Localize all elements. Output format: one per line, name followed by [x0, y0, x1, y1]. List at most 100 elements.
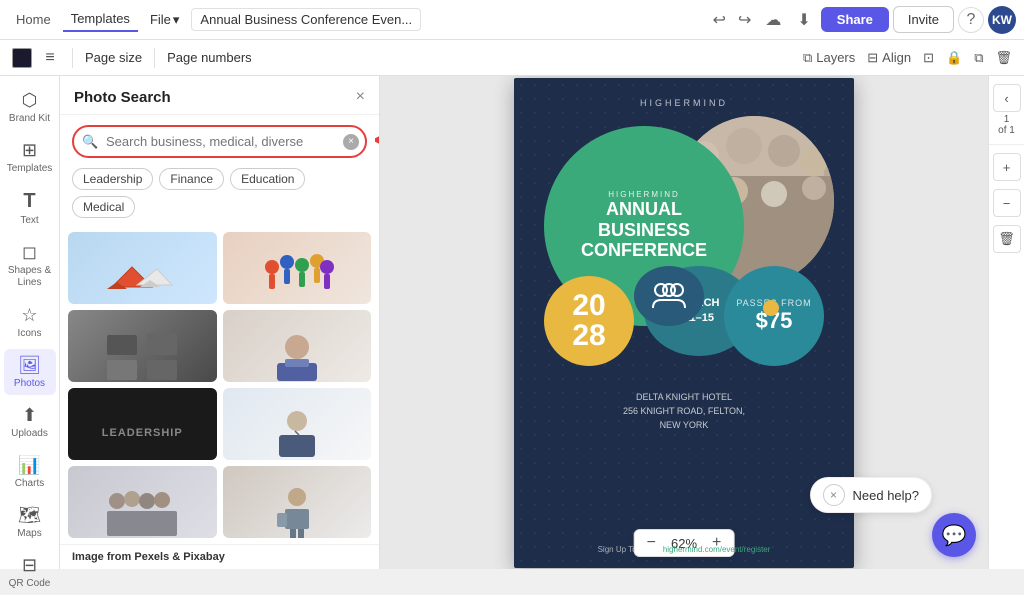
search-input[interactable]: [72, 125, 367, 158]
sidebar-item-maps[interactable]: 🗺 Maps: [4, 499, 56, 545]
copy-button[interactable]: ⧉: [974, 50, 983, 66]
layers-button[interactable]: ⧉ Layers: [803, 50, 855, 66]
filter-tag-medical[interactable]: Medical: [72, 196, 135, 218]
undo-button[interactable]: ↩: [709, 6, 730, 34]
add-page-button[interactable]: +: [993, 153, 1021, 181]
doc-title[interactable]: Annual Business Conference Even...: [191, 8, 421, 31]
charts-icon: 📊: [18, 455, 40, 476]
poster-title: ANNUAL BUSINESS CONFERENCE: [569, 199, 719, 261]
invite-button[interactable]: Invite: [893, 6, 954, 33]
trash-button[interactable]: 🗑: [993, 225, 1021, 253]
panel-title: Photo Search: [74, 89, 171, 106]
filter-tag-education[interactable]: Education: [230, 168, 305, 190]
photos-icon: 🖼: [18, 355, 41, 376]
nav-file[interactable]: File ▾: [142, 8, 187, 32]
delete-button[interactable]: 🗑: [995, 50, 1012, 66]
crop-button[interactable]: ⊡: [923, 50, 934, 66]
poster-bottom: Sign Up Today at: highermind.com/event/r…: [598, 545, 771, 554]
sidebar-item-shapes[interactable]: ◻ Shapes &Lines: [4, 236, 56, 295]
color-picker[interactable]: [12, 48, 32, 68]
poster: HIGHERMIND: [514, 78, 854, 568]
right-nav: ‹ 1 of 1: [989, 84, 1024, 145]
chat-bubble-button[interactable]: 💬: [932, 513, 976, 557]
align-icon: ⊟: [867, 50, 878, 66]
qr-icon: ⊟: [22, 555, 37, 576]
templates-icon: ⊞: [22, 140, 37, 161]
circle-icon: [634, 266, 704, 326]
panel-footer: Image from Pexels & Pixabay: [60, 544, 379, 569]
sidebar-item-qr[interactable]: ⊟ QR Code: [4, 549, 56, 595]
text-icon: T: [23, 190, 35, 213]
filter-tag-leadership[interactable]: Leadership: [72, 168, 153, 190]
panel-header: Photo Search ×: [60, 76, 379, 115]
sidebar-item-templates[interactable]: ⊞ Templates: [4, 134, 56, 180]
poster-circles: HIGHERMIND ANNUAL BUSINESS CONFERENCE 20…: [534, 116, 834, 376]
leadership-photo: LEADERSHIP: [68, 388, 217, 460]
sidebar-item-photos[interactable]: 🖼 Photos: [4, 349, 56, 395]
sidebar-item-charts[interactable]: 📊 Charts: [4, 449, 56, 495]
avatar[interactable]: KW: [988, 6, 1016, 34]
help-icon[interactable]: ?: [958, 7, 984, 33]
sidebar-item-icons[interactable]: ☆ Icons: [4, 299, 56, 345]
sidebar: ⬡ Brand Kit ⊞ Templates T Text ◻ Shapes …: [0, 76, 60, 569]
poster-brand: HIGHERMIND: [640, 98, 728, 108]
photo-grid: LEADERSHIP: [60, 226, 379, 544]
photo-thumb-8[interactable]: [223, 466, 372, 538]
chat-icon: 💬: [942, 523, 967, 548]
sidebar-item-text[interactable]: T Text: [4, 184, 56, 232]
page-numbers-label[interactable]: Page numbers: [167, 50, 252, 65]
layers-icon: ⧉: [803, 50, 812, 66]
uploads-icon: ⬆: [22, 405, 37, 426]
nav-templates[interactable]: Templates: [63, 7, 138, 32]
nav-chevron-left-button[interactable]: ‹: [993, 84, 1021, 112]
toolbar-divider: [72, 48, 73, 68]
search-clear-button[interactable]: ×: [343, 134, 359, 150]
photo-search-panel: Photo Search × 🔍 × Leadership: [60, 76, 380, 569]
toolbar-divider2: [154, 48, 155, 68]
toolbar: ≡ Page size Page numbers ⧉ Layers ⊟ Alig…: [0, 40, 1024, 76]
small-dot: [763, 300, 779, 316]
remove-page-button[interactable]: −: [993, 189, 1021, 217]
shapes-icon: ◻: [22, 242, 37, 263]
photo-thumb-4[interactable]: [223, 310, 372, 382]
need-help-label: Need help?: [853, 488, 920, 503]
maps-icon: 🗺: [18, 505, 41, 526]
poster-location: DELTA KNIGHT HOTEL256 KNIGHT ROAD, FELTO…: [623, 390, 745, 433]
search-icon: 🔍: [82, 134, 98, 150]
circle-price: PASSES FROM $75: [724, 266, 824, 366]
photo-thumb-7[interactable]: [68, 466, 217, 538]
right-sidebar: ‹ 1 of 1 + − 🗑: [988, 76, 1024, 569]
photo-thumb-6[interactable]: [223, 388, 372, 460]
panel-close-button[interactable]: ×: [356, 88, 365, 106]
align-button[interactable]: ⊟ Align: [867, 50, 911, 66]
filter-tag-finance[interactable]: Finance: [159, 168, 224, 190]
cloud-icon[interactable]: ☁: [759, 6, 787, 34]
filter-tags: Leadership Finance Education Medical: [60, 168, 379, 226]
page-indicator: 1 of 1: [998, 114, 1015, 136]
download-icon[interactable]: ⬇: [791, 6, 816, 34]
sidebar-item-brand-kit[interactable]: ⬡ Brand Kit: [4, 84, 56, 130]
lock-button[interactable]: 🔒: [946, 50, 962, 66]
poster-content: HIGHERMIND: [514, 78, 854, 376]
page-size-label[interactable]: Page size: [85, 50, 142, 65]
page-current: 1: [1004, 114, 1010, 125]
redo-button[interactable]: ↪: [734, 6, 755, 34]
toolbar-right: ⧉ Layers ⊟ Align ⊡ 🔒 ⧉ 🗑: [803, 50, 1012, 66]
share-button[interactable]: Share: [821, 7, 889, 32]
photo-thumb-5[interactable]: LEADERSHIP: [68, 388, 217, 460]
brand-kit-icon: ⬡: [22, 90, 38, 111]
pattern-picker[interactable]: ≡: [40, 48, 60, 68]
circle-year: 20 28: [544, 276, 634, 366]
photo-thumb-3[interactable]: [68, 310, 217, 382]
need-help-close-button[interactable]: ×: [823, 484, 845, 506]
icons-icon: ☆: [21, 305, 37, 326]
main-layout: ⬡ Brand Kit ⊞ Templates T Text ◻ Shapes …: [0, 76, 1024, 569]
sidebar-item-uploads[interactable]: ⬆ Uploads: [4, 399, 56, 445]
photo-thumb-2[interactable]: [223, 232, 372, 304]
canvas-area[interactable]: HIGHERMIND: [380, 76, 988, 569]
nav-home[interactable]: Home: [8, 8, 59, 31]
topbar: Home Templates File ▾ Annual Business Co…: [0, 0, 1024, 40]
page-total: of 1: [998, 125, 1015, 136]
photo-thumb-1[interactable]: [68, 232, 217, 304]
need-help-button[interactable]: × Need help?: [810, 477, 933, 513]
